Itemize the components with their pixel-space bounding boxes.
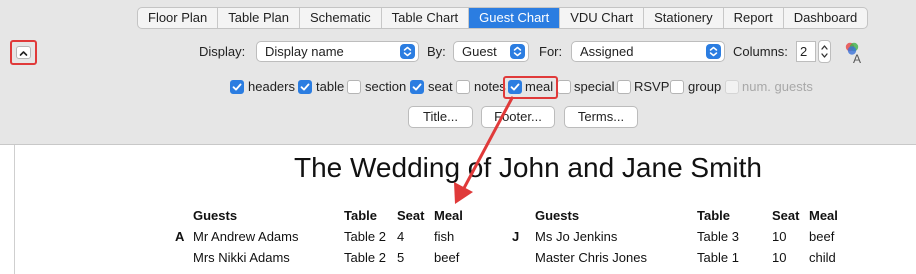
columns-input[interactable]: 2 [796, 41, 816, 62]
meal-highlight [503, 76, 558, 99]
by-label: By: [427, 44, 446, 59]
checkbox-rsvp[interactable] [617, 80, 631, 94]
checkmark-icon [300, 83, 310, 91]
chevron-updown-icon [706, 44, 721, 59]
header-seat-right: Seat [772, 208, 800, 223]
guest-table: Table 3 [697, 229, 739, 244]
checkmark-icon [232, 83, 242, 91]
guest-seat: 10 [772, 250, 787, 265]
checkbox-label-seat: seat [428, 79, 453, 94]
checkbox-group[interactable] [670, 80, 684, 94]
checkbox-label-group: group [688, 79, 722, 94]
for-label: For: [539, 44, 563, 59]
tab-dashboard[interactable]: Dashboard [784, 8, 868, 28]
toolbar: Floor Plan Table Plan Schematic Table Ch… [0, 0, 916, 145]
tab-schematic[interactable]: Schematic [300, 8, 382, 28]
tab-stationery[interactable]: Stationery [644, 8, 724, 28]
guest-name: Ms Jo Jenkins [535, 229, 618, 244]
checkbox-table[interactable] [298, 80, 312, 94]
guest-meal: fish [434, 229, 455, 244]
checkmark-icon [412, 83, 422, 91]
color-font-icon[interactable]: A [842, 40, 866, 64]
display-label: Display: [199, 44, 246, 59]
checkbox-num-guests [725, 80, 739, 94]
by-select[interactable]: Guest [453, 41, 529, 62]
guest-meal: beef [809, 229, 835, 244]
document-title: The Wedding of John and Jane Smith [293, 152, 762, 183]
checkbox-headers[interactable] [230, 80, 244, 94]
checkbox-label-section: section [365, 79, 407, 94]
header-table-left: Table [344, 208, 377, 223]
columns-label: Columns: [733, 44, 788, 59]
checkbox-notes[interactable] [456, 80, 470, 94]
chevron-updown-icon [400, 44, 415, 59]
checkbox-label-table: table [316, 79, 345, 94]
chevron-updown-icon [510, 44, 525, 59]
tab-guest-chart[interactable]: Guest Chart [469, 8, 561, 28]
guest-name: Mrs Nikki Adams [193, 250, 290, 265]
section-letter-left: A [175, 229, 185, 244]
title-button[interactable]: Title... [408, 106, 473, 128]
footer-button[interactable]: Footer... [481, 106, 555, 128]
guest-table: Table 2 [344, 250, 386, 265]
terms-button[interactable]: Terms... [564, 106, 638, 128]
checkbox-label-headers: headers [248, 79, 295, 94]
tab-report[interactable]: Report [724, 8, 784, 28]
checkbox-section[interactable] [347, 80, 361, 94]
header-seat-left: Seat [397, 208, 425, 223]
guest-table: Table 1 [697, 250, 739, 265]
display-select[interactable]: Display name [256, 41, 419, 62]
tab-table-plan[interactable]: Table Plan [218, 8, 300, 28]
header-meal-left: Meal [434, 208, 463, 223]
guest-seat: 4 [397, 229, 405, 244]
header-guests-right: Guests [535, 208, 580, 223]
header-table-right: Table [697, 208, 730, 223]
guest-meal: beef [434, 250, 460, 265]
stepper-arrows-icon [821, 45, 828, 58]
guest-seat: 10 [772, 229, 787, 244]
checkbox-label-special: special [574, 79, 615, 94]
for-select[interactable]: Assigned [571, 41, 725, 62]
checkbox-seat[interactable] [410, 80, 424, 94]
collapse-button[interactable] [16, 46, 31, 59]
display-select-value: Display name [265, 44, 344, 59]
checkbox-label-rsvp: RSVP [634, 79, 670, 94]
guest-name: Master Chris Jones [535, 250, 647, 265]
checkbox-label-num-guests: num. guests [742, 79, 813, 94]
checkbox-special[interactable] [557, 80, 571, 94]
guest-name: Mr Andrew Adams [193, 229, 299, 244]
tab-vdu-chart[interactable]: VDU Chart [560, 8, 645, 28]
tab-table-chart[interactable]: Table Chart [382, 8, 470, 28]
tab-floor-plan[interactable]: Floor Plan [138, 8, 219, 28]
checkbox-label-notes: notes [474, 79, 506, 94]
columns-stepper[interactable] [818, 40, 831, 63]
guest-seat: 5 [397, 250, 405, 265]
section-letter-right: J [512, 229, 520, 244]
for-select-value: Assigned [580, 44, 634, 59]
guest-meal: child [809, 250, 836, 265]
by-select-value: Guest [462, 44, 497, 59]
header-guests-left: Guests [193, 208, 238, 223]
chevron-up-icon [19, 51, 28, 56]
guest-table: Table 2 [344, 229, 386, 244]
svg-text:A: A [853, 52, 861, 64]
header-meal-right: Meal [809, 208, 838, 223]
view-tabs: Floor Plan Table Plan Schematic Table Ch… [137, 7, 869, 29]
collapse-highlight [10, 40, 37, 65]
